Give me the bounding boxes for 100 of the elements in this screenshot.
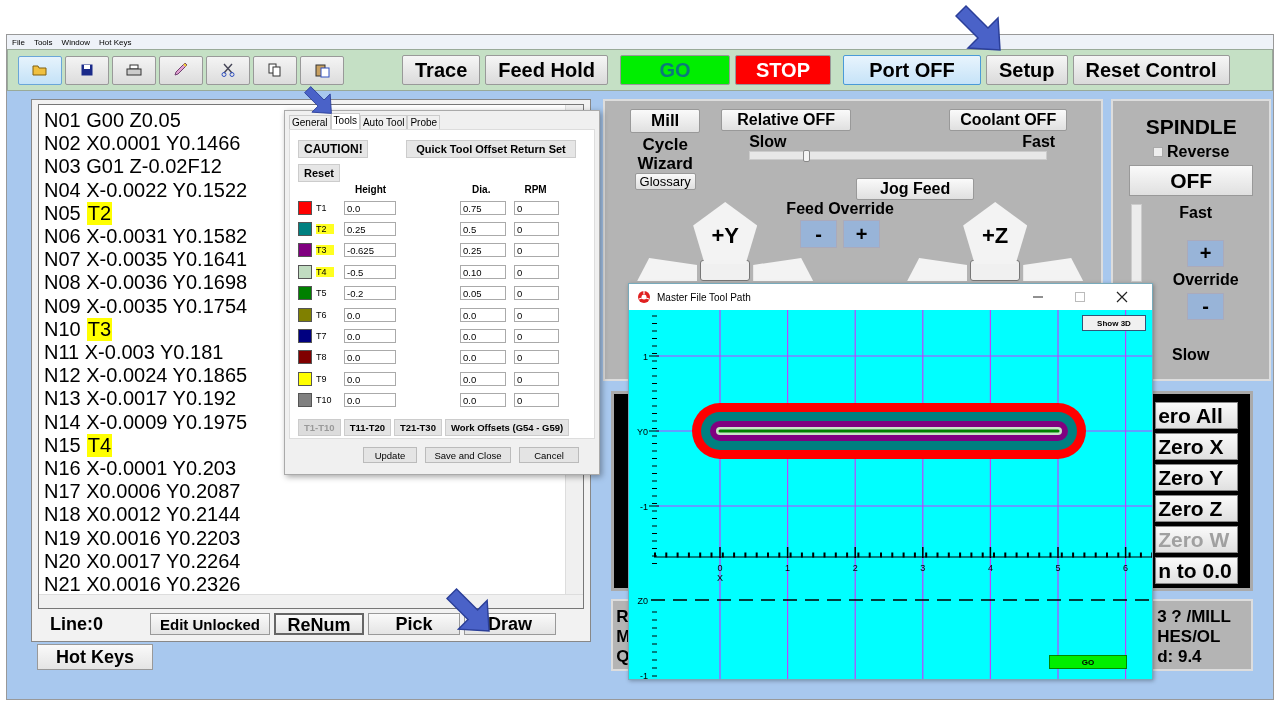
height-field[interactable]: 0.0 [344,350,396,365]
zero-button[interactable]: Zero X [1155,433,1239,460]
height-field[interactable]: 0.0 [344,200,396,215]
tool-color-swatch[interactable] [298,200,312,215]
tool-color-swatch[interactable] [298,350,312,365]
height-field[interactable]: -0.2 [344,286,396,301]
override-minus-button[interactable]: - [1187,293,1225,320]
tool-color-swatch[interactable] [298,286,312,301]
coolant-button[interactable]: Coolant OFF [949,109,1068,131]
jog-plus-z-button[interactable]: +Z [963,202,1028,264]
tool-color-swatch[interactable] [298,222,312,237]
diameter-field[interactable]: 0.10 [460,264,506,279]
tool-color-swatch[interactable] [298,307,312,322]
override-plus-button[interactable]: + [1187,240,1225,267]
control-button[interactable]: Reset Control [1072,55,1230,85]
program-button[interactable]: ReNum [274,613,364,635]
tool-label: T6 [316,309,328,320]
rpm-field[interactable]: 0 [514,371,559,386]
caution-button[interactable]: CAUTION! [298,140,368,158]
toolbar-button[interactable] [206,55,250,85]
quick-offset-button[interactable]: Quick Tool Offset Return Set [406,140,576,158]
diameter-field[interactable]: 0.0 [460,371,506,386]
menu-item[interactable]: File [12,37,25,47]
dialog-button[interactable]: Save and Close [425,447,511,463]
control-button[interactable]: Setup [985,55,1068,85]
rpm-field[interactable]: 0 [514,243,559,258]
height-field[interactable]: 0.0 [344,393,396,408]
rpm-field[interactable]: 0 [514,222,559,237]
hot-keys-button[interactable]: Hot Keys [37,644,153,670]
rpm-field[interactable]: 0 [514,393,559,408]
diameter-field[interactable]: 0.05 [460,286,506,301]
code-line: N10 [44,317,81,342]
reset-button[interactable]: Reset [298,164,340,182]
control-button[interactable]: STOP [734,55,831,85]
page-button[interactable]: T21-T30 [394,418,442,436]
diameter-field[interactable]: 0.25 [460,243,506,258]
status-text: R [616,607,630,627]
rpm-field[interactable]: 0 [514,329,559,344]
override-minus-button[interactable]: - [800,220,838,248]
go-button[interactable]: GO [1049,655,1127,669]
diameter-field[interactable]: 0.0 [460,307,506,322]
jog-plus-y-button[interactable]: +Y [693,202,758,264]
dialog-tab[interactable]: Probe [407,115,441,129]
height-field[interactable]: 0.0 [344,329,396,344]
control-button[interactable]: Feed Hold [485,55,608,85]
mill-button[interactable]: Mill [630,109,701,133]
slider-thumb[interactable] [803,150,811,162]
dialog-tab[interactable]: Auto Tool [359,115,408,129]
diameter-field[interactable]: 0.5 [460,222,506,237]
diameter-field[interactable]: 0.75 [460,200,506,215]
zero-button[interactable]: Zero Z [1155,495,1239,522]
height-field[interactable]: 0.0 [344,371,396,386]
rpm-field[interactable]: 0 [514,307,559,322]
menu-item[interactable]: Hot Keys [99,37,132,47]
tool-color-swatch[interactable] [298,371,312,386]
zero-button[interactable]: Zero Y [1155,464,1239,491]
glossary-button[interactable]: Glossary [634,173,696,190]
dialog-button[interactable]: Cancel [519,447,579,463]
height-field[interactable]: -0.625 [344,243,396,258]
diameter-field[interactable]: 0.0 [460,393,506,408]
control-button[interactable]: Trace [402,55,481,85]
rpm-field[interactable]: 0 [514,264,559,279]
program-button[interactable]: Pick [368,613,460,635]
page-button[interactable]: T11-T20 [343,418,391,436]
slow-label: Slow [749,133,787,151]
jog-feed-button[interactable]: Jog Feed [856,178,975,200]
diameter-field[interactable]: 0.0 [460,329,506,344]
tool-label: T3 [316,245,334,256]
program-button[interactable]: Edit Unlocked [150,613,270,635]
menu-item[interactable]: Tools [33,37,53,47]
close-icon[interactable] [1116,291,1128,303]
height-field[interactable]: 0.0 [344,307,396,322]
dialog-button[interactable]: Update [363,447,417,463]
height-field[interactable]: 0.25 [344,222,396,237]
horizontal-scrollbar[interactable] [39,594,584,608]
cycle-wizard-label[interactable]: Cycle Wizard [625,135,706,173]
rpm-field[interactable]: 0 [514,286,559,301]
control-button[interactable]: Port OFF [842,55,981,85]
tool-color-swatch[interactable] [298,393,312,408]
tool-color-swatch[interactable] [298,243,312,258]
dialog-tab[interactable]: Tools [330,113,360,129]
tool-color-swatch[interactable] [298,264,312,279]
override-plus-button[interactable]: + [843,220,881,248]
diameter-field[interactable]: 0.0 [460,350,506,365]
rpm-field[interactable]: 0 [514,350,559,365]
reverse-checkbox[interactable] [1153,147,1164,157]
zero-button[interactable]: ero All [1155,402,1239,429]
toolbar-button[interactable] [65,55,109,85]
feed-slider[interactable] [749,151,1048,160]
speed-track[interactable] [1131,204,1143,282]
spindle-button[interactable]: OFF [1129,165,1254,196]
menu-item[interactable]: Window [61,37,91,47]
zero-button[interactable]: n to 0.0 [1155,557,1239,584]
show-3d-button[interactable]: Show 3D [1082,315,1146,331]
relative-button[interactable]: Relative OFF [721,109,852,131]
rpm-field[interactable]: 0 [514,200,559,215]
page-button[interactable]: Work Offsets (G54 - G59) [444,418,570,436]
dialog-tab[interactable]: General [289,115,331,129]
height-field[interactable]: -0.5 [344,264,396,279]
tool-color-swatch[interactable] [298,329,312,344]
